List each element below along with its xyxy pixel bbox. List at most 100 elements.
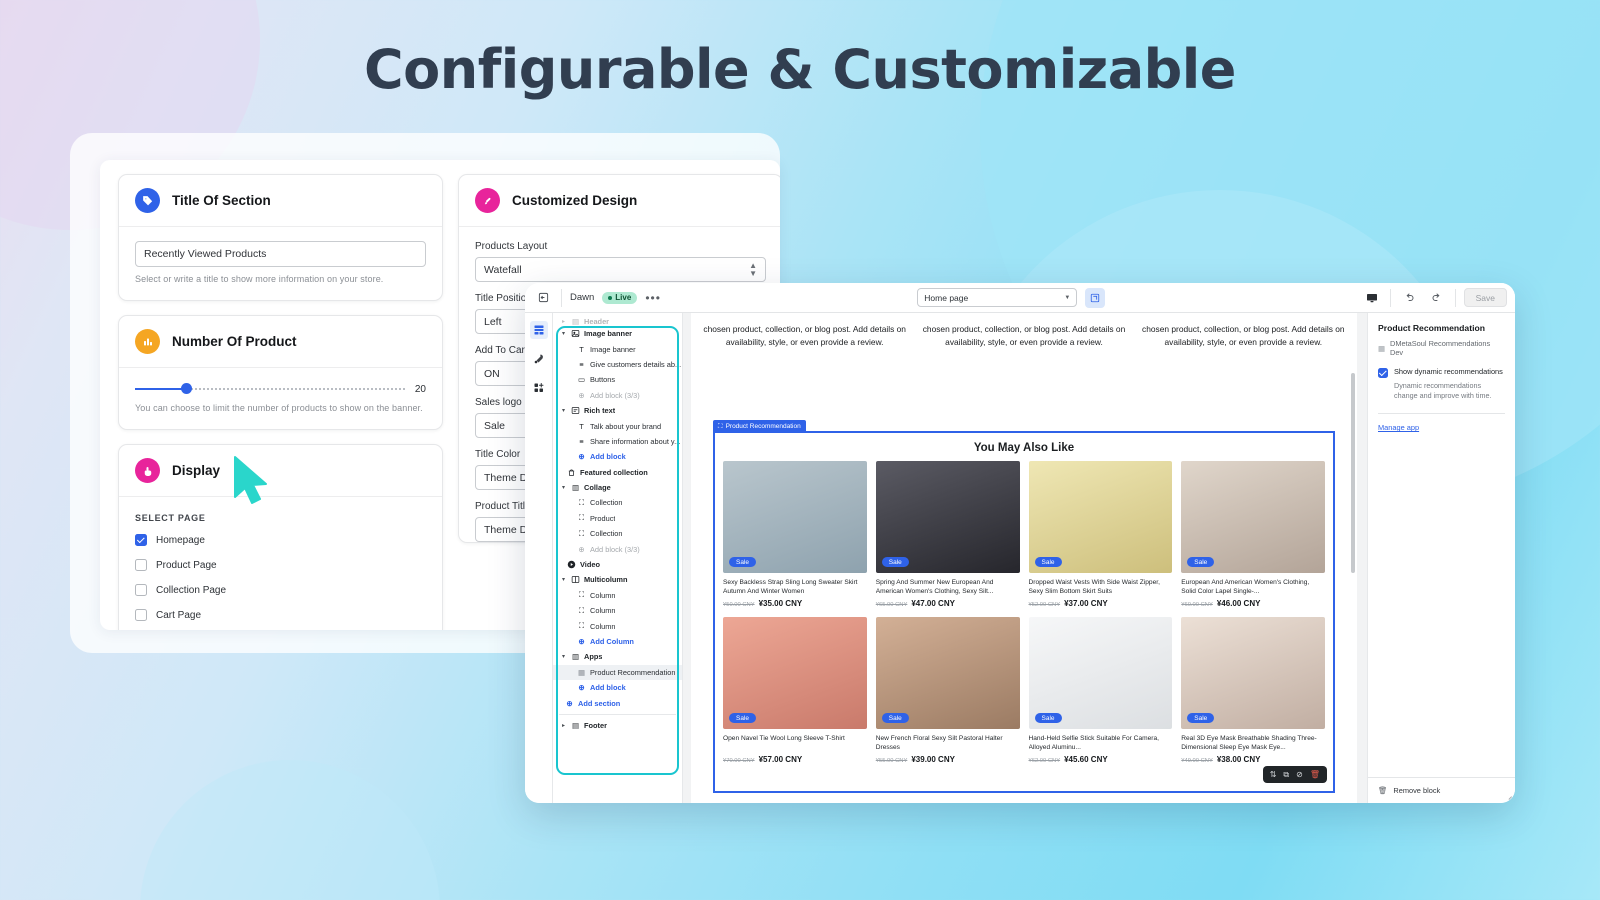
tree-item-label: Collection [590, 498, 623, 508]
sections-icon[interactable] [529, 321, 548, 339]
section-title-input[interactable] [135, 241, 426, 267]
tree-add-block-apps[interactable]: ⊕ Add block [553, 680, 682, 695]
preview-scrollbar[interactable] [1351, 373, 1355, 573]
desktop-icon[interactable] [1362, 288, 1382, 308]
checkbox-row-product-page[interactable]: Product Page [135, 559, 426, 571]
checkbox-product-page[interactable] [135, 559, 147, 571]
tree-item-multicolumn[interactable]: ▾ Multicolumn [553, 572, 682, 587]
tree-item-label: Footer [584, 720, 607, 730]
theme-settings-icon[interactable] [530, 350, 548, 368]
chevron-right-icon[interactable]: ▸ [560, 722, 567, 729]
tree-block-collection-1[interactable]: ⛶ Collection [553, 495, 682, 510]
tree-item-label: Add block [590, 683, 626, 693]
tree-add-column[interactable]: ⊕ Add Column [553, 634, 682, 649]
editor-preview-canvas: chosen product, collection, or blog post… [683, 313, 1367, 803]
hide-icon[interactable]: ⊘ [1296, 770, 1303, 779]
tree-add-block-image-banner[interactable]: ⊕ Add block (3/3) [553, 388, 682, 403]
product-card[interactable]: Sale Hand-Held Selfie Stick Suitable For… [1028, 617, 1173, 764]
tree-block-give-customers-details[interactable]: ≡ Give customers details ab... [553, 357, 682, 372]
tree-item-header[interactable]: ▸ ▤ Header [553, 317, 682, 326]
tree-block-collection-2[interactable]: ⛶ Collection [553, 526, 682, 541]
tree-block-column-3[interactable]: ⛶ Column [553, 618, 682, 633]
collection-icon [567, 468, 576, 477]
tree-block-image-banner[interactable]: T Image banner [553, 341, 682, 356]
product-card[interactable]: Sale Spring And Summer New European And … [875, 461, 1020, 608]
section-tag-badge: ⛶ Product Recommendation [713, 420, 806, 433]
duplicate-icon[interactable]: ⧉ [1283, 770, 1289, 779]
trash-icon[interactable]: 🗑 [1378, 786, 1387, 795]
page-selector[interactable]: Home page ▼ [917, 288, 1078, 307]
tree-item-apps[interactable]: ▾ ▥ Apps [553, 649, 682, 664]
product-card[interactable]: Sale Sexy Backless Strap Sling Long Swea… [723, 461, 867, 608]
product-card[interactable]: Sale New French Floral Sexy Silt Pastora… [875, 617, 1020, 764]
apps-icon[interactable] [530, 379, 548, 397]
save-button[interactable]: Save [1463, 288, 1508, 307]
select-products-layout[interactable]: Watefall ▲ ▼ [475, 257, 766, 282]
chevron-down-icon[interactable]: ▾ [560, 484, 567, 491]
product-price-row: ¥62.00 CNY ¥45.60 CNY [1029, 755, 1173, 764]
manage-app-link[interactable]: Manage app [1378, 423, 1419, 432]
inspect-icon[interactable] [1085, 287, 1106, 308]
tree-add-block-rich-text[interactable]: ⊕ Add block [553, 449, 682, 464]
tree-block-talk-about-your-brand[interactable]: T Talk about your brand [553, 418, 682, 433]
settings-left-column: Title Of Section Select or write a title… [118, 174, 443, 630]
undo-icon[interactable] [1399, 288, 1419, 308]
checkbox-homepage[interactable] [135, 534, 147, 546]
card-header: Number Of Product [119, 316, 442, 368]
tree-item-label: Collage [584, 483, 611, 493]
tree-add-block-collage[interactable]: ⊕ Add block (3/3) [553, 541, 682, 556]
tree-item-image-banner[interactable]: ▾ Image banner [553, 326, 682, 341]
tree-item-video[interactable]: Video [553, 557, 682, 572]
product-card[interactable]: Sale European And American Women's Cloth… [1181, 461, 1325, 608]
tree-item-collage[interactable]: ▾ ▥ Collage [553, 480, 682, 495]
product-card[interactable]: Sale Real 3D Eye Mask Breathable Shading… [1181, 617, 1325, 764]
chevron-down-icon[interactable]: ▾ [560, 576, 567, 583]
product-name: Hand-Held Selfie Stick Suitable For Came… [1028, 735, 1159, 752]
delete-icon[interactable]: 🗑 [1310, 770, 1320, 779]
product-image: Sale [875, 461, 1020, 573]
chevron-down-icon[interactable]: ▾ [560, 653, 567, 660]
product-price-row: ¥49.00 CNY ¥38.00 CNY [1181, 755, 1325, 764]
checkbox-row-homepage[interactable]: Homepage [135, 534, 426, 546]
chevron-down-icon[interactable]: ▾ [560, 407, 567, 414]
tree-block-product[interactable]: ⛶ Product [553, 511, 682, 526]
product-recommendation-section[interactable]: ⛶ Product Recommendation You May Also Li… [713, 420, 1335, 793]
chevron-down-icon[interactable]: ▾ [560, 330, 567, 337]
checkbox-collection-page[interactable] [135, 584, 147, 596]
remove-block-label[interactable]: Remove block [1393, 786, 1440, 795]
block-hover-toolbar[interactable]: ⇅ ⧉ ⊘ 🗑 [1262, 766, 1327, 783]
product-card[interactable]: Sale Dropped Waist Vests With Side Waist… [1028, 461, 1173, 608]
inspector-checkbox-row[interactable]: Show dynamic recommendations [1378, 367, 1505, 378]
redo-icon[interactable] [1427, 288, 1447, 308]
tree-block-buttons[interactable]: ▭ Buttons [553, 372, 682, 387]
tree-item-label: Add section [578, 698, 621, 708]
product-count-hint: You can choose to limit the number of pr… [135, 403, 423, 413]
resize-grip[interactable] [1505, 793, 1512, 800]
more-dots-icon[interactable]: ••• [645, 292, 661, 304]
product-name: Open Navel Tie Wool Long Sleeve T-Shirt [723, 735, 845, 742]
tree-block-product-recommendation[interactable]: ▦ Product Recommendation [553, 664, 682, 680]
tree-item-rich-text[interactable]: ▾ Rich text [553, 403, 682, 418]
move-icon[interactable]: ⇅ [1270, 770, 1277, 779]
product-card[interactable]: Sale Open Navel Tie Wool Long Sleeve T-S… [723, 617, 867, 764]
tree-add-section[interactable]: ⊕ Add section [553, 695, 682, 710]
select-value: Watefall [484, 263, 522, 276]
tree-block-column-1[interactable]: ⛶ Column [553, 588, 682, 603]
checkbox-show-dynamic-recommendations[interactable] [1378, 368, 1388, 378]
checkbox-row-collection-page[interactable]: Collection Page [135, 584, 426, 596]
exit-icon[interactable] [533, 288, 553, 308]
tree-item-footer[interactable]: ▸ ▤ Footer [553, 718, 682, 733]
chevron-updown-icon: ▲▼ [749, 260, 757, 278]
slider-knob[interactable] [181, 383, 193, 394]
tree-item-featured-collection[interactable]: Featured collection [553, 465, 682, 480]
chevron-down-icon: ▼ [1064, 294, 1071, 301]
checkbox-row-cart-page[interactable]: Cart Page [135, 609, 426, 621]
product-count-slider[interactable] [135, 382, 405, 396]
tree-block-column-2[interactable]: ⛶ Column [553, 603, 682, 618]
checkbox-cart-page[interactable] [135, 609, 147, 621]
section-title-hint: Select or write a title to show more inf… [135, 274, 384, 284]
sale-badge: Sale [1034, 557, 1062, 567]
tree-block-share-information[interactable]: ≡ Share information about y... [553, 434, 682, 449]
select-value: Left [484, 315, 502, 328]
product-count-slider-row: 20 [135, 382, 426, 396]
